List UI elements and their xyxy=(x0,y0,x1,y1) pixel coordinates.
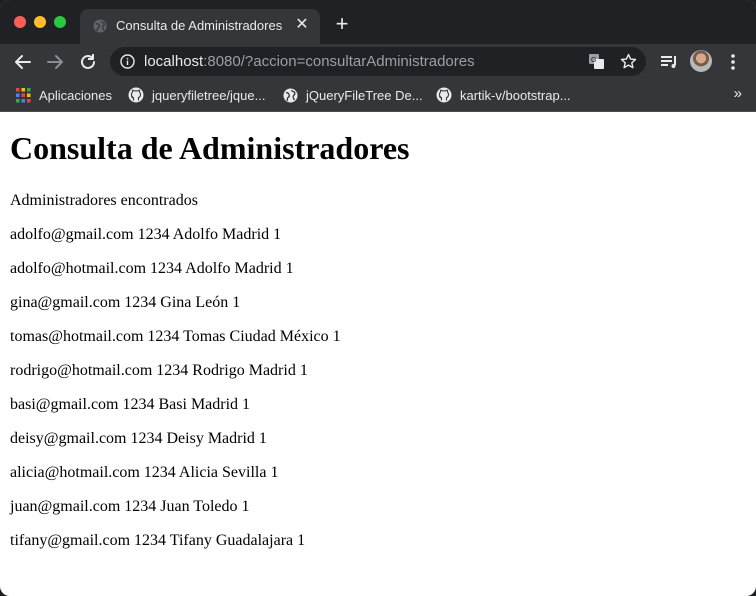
bookmark-label: jqueryfiletree/jque... xyxy=(152,87,266,103)
address-bar[interactable]: localhost:8080/?accion=consultarAdminist… xyxy=(110,47,646,76)
kebab-menu-icon[interactable] xyxy=(722,51,744,73)
admin-record: alicia@hotmail.com 1234 Alicia Sevilla 1 xyxy=(10,464,279,481)
new-tab-button[interactable]: + xyxy=(331,13,353,35)
admin-record: gina@gmail.com 1234 Gina León 1 xyxy=(10,294,241,311)
admin-record: basi@gmail.com 1234 Basi Madrid 1 xyxy=(10,396,251,413)
admin-record: tifany@gmail.com 1234 Tifany Guadalajara… xyxy=(10,532,306,549)
bookmark-label: Aplicaciones xyxy=(39,87,112,103)
more-bookmarks-chevron-icon[interactable]: » xyxy=(734,85,742,102)
tab-title: Consulta de Administradores xyxy=(116,18,283,33)
bookmarks-bar: Aplicaciones jqueryfiletree/jque... jQue… xyxy=(0,80,756,112)
star-icon[interactable] xyxy=(620,53,637,70)
page-title: Consulta de Administradores xyxy=(10,130,410,166)
toolbar: localhost:8080/?accion=consultarAdminist… xyxy=(0,44,756,80)
maximize-window-button[interactable] xyxy=(54,16,66,28)
admin-record: tomas@hotmail.com 1234 Tomas Ciudad Méxi… xyxy=(10,328,341,345)
close-icon[interactable]: ✕ xyxy=(294,17,310,33)
admin-record: juan@gmail.com 1234 Juan Toledo 1 xyxy=(10,498,250,515)
bookmark-label: kartik-v/bootstrap... xyxy=(460,87,571,103)
admin-record: deisy@gmail.com 1234 Deisy Madrid 1 xyxy=(10,430,267,447)
reload-icon[interactable] xyxy=(77,51,99,73)
translate-icon[interactable]: G xyxy=(588,53,605,70)
admin-record: rodrigo@hotmail.com 1234 Rodrigo Madrid … xyxy=(10,362,308,379)
github-icon xyxy=(128,87,144,103)
tab-strip: Consulta de Administradores ✕ + xyxy=(0,0,756,44)
bookmark-jqueryfiletree-demo[interactable]: jQueryFileTree De... xyxy=(283,84,423,106)
globe-icon xyxy=(283,88,298,102)
globe-icon xyxy=(93,19,107,33)
bookmark-jqueryfiletree-github[interactable]: jqueryfiletree/jque... xyxy=(128,84,265,106)
minimize-window-button[interactable] xyxy=(34,16,46,28)
results-subtitle: Administradores encontrados xyxy=(10,192,198,209)
tab-active[interactable]: Consulta de Administradores ✕ xyxy=(80,9,320,44)
forward-arrow-icon[interactable] xyxy=(44,51,66,73)
page-content: Consulta de Administradores Administrado… xyxy=(0,112,756,596)
svg-text:G: G xyxy=(591,57,596,64)
info-icon[interactable] xyxy=(120,54,135,69)
url-path: :8080/?accion=consultarAdministradores xyxy=(203,53,475,70)
media-queue-icon[interactable] xyxy=(658,51,680,73)
apps-grid-icon xyxy=(16,87,31,102)
bookmark-kartik-v-bootstrap[interactable]: kartik-v/bootstrap... xyxy=(436,84,571,106)
avatar[interactable] xyxy=(690,50,712,72)
admin-record: adolfo@hotmail.com 1234 Adolfo Madrid 1 xyxy=(10,260,294,277)
bookmark-aplicaciones[interactable]: Aplicaciones xyxy=(16,84,112,106)
github-icon xyxy=(436,87,452,103)
url-host: localhost xyxy=(144,53,204,70)
browser-window: Consulta de Administradores ✕ + localhos… xyxy=(0,0,756,596)
url-text[interactable]: localhost:8080/?accion=consultarAdminist… xyxy=(144,53,475,70)
bookmark-label: jQueryFileTree De... xyxy=(306,87,423,103)
close-window-button[interactable] xyxy=(14,16,26,28)
back-arrow-icon[interactable] xyxy=(12,51,34,73)
admin-record: adolfo@gmail.com 1234 Adolfo Madrid 1 xyxy=(10,226,282,243)
